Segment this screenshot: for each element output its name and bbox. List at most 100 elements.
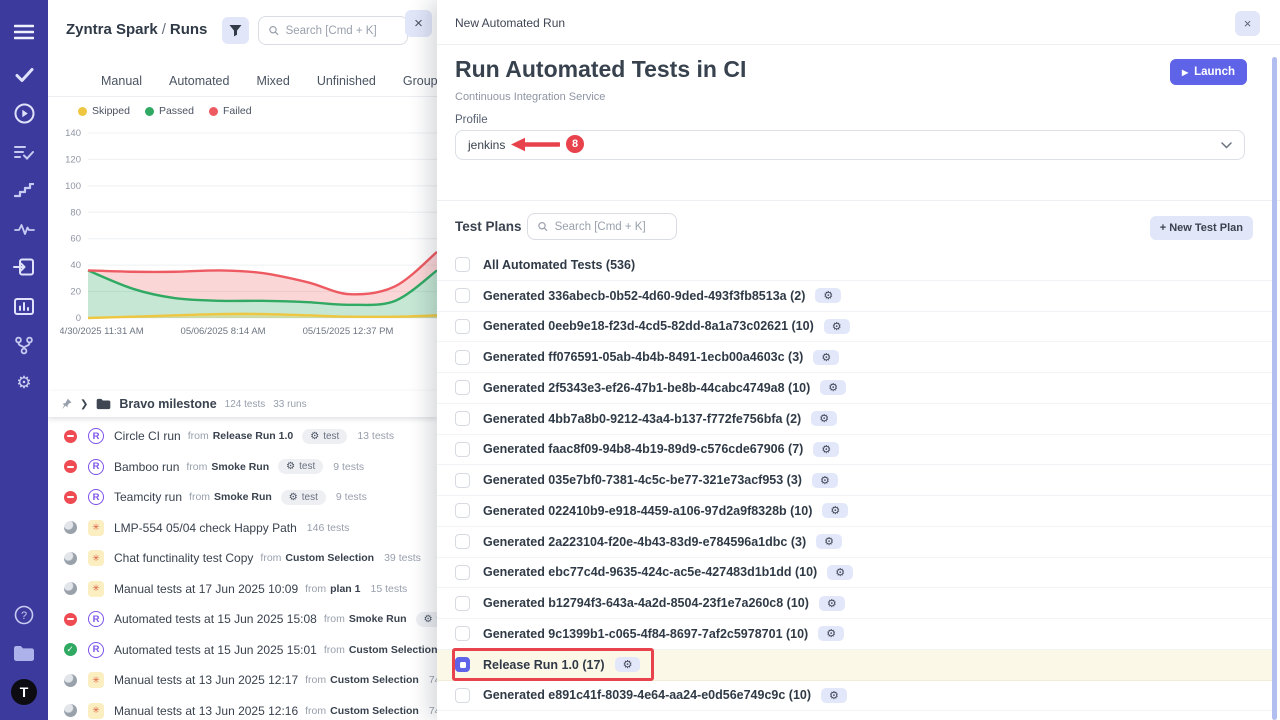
- tab[interactable]: Automated: [169, 74, 229, 88]
- import-box-icon[interactable]: [0, 250, 48, 284]
- run-name[interactable]: Automated tests at 15 Jun 2025 15:08: [114, 612, 317, 626]
- run-from-target[interactable]: plan 1: [330, 583, 360, 595]
- run-from-target[interactable]: Smoke Run: [211, 461, 269, 473]
- run-row[interactable]: Manual tests at 13 Jun 2025 12:16 from C…: [48, 696, 437, 720]
- run-name[interactable]: Manual tests at 13 Jun 2025 12:17: [114, 673, 298, 687]
- run-from-target[interactable]: Smoke Run: [349, 613, 407, 625]
- tab[interactable]: Manual: [101, 74, 142, 88]
- runs-search-input[interactable]: [286, 25, 397, 37]
- test-plan-row[interactable]: Generated 336abecb-0b52-4d60-9ded-493f3f…: [437, 281, 1272, 312]
- test-plan-checkbox[interactable]: [455, 442, 470, 457]
- gear-icon[interactable]: ⚙: [0, 366, 48, 400]
- run-from-target[interactable]: Custom Selection: [330, 705, 419, 717]
- milestone-name[interactable]: Bravo milestone: [119, 397, 216, 411]
- run-name[interactable]: Automated tests at 15 Jun 2025 15:01: [114, 643, 317, 657]
- test-plan-settings-button[interactable]: ⚙: [819, 596, 845, 611]
- run-name[interactable]: Bamboo run: [114, 460, 179, 474]
- check-icon[interactable]: [0, 58, 48, 92]
- run-row[interactable]: Bamboo run from Smoke Run ⚙test 9 tests: [48, 452, 437, 483]
- run-row[interactable]: LMP-554 05/04 check Happy Path from ⚙ 14…: [48, 513, 437, 544]
- run-row[interactable]: Teamcity run from Smoke Run ⚙test 9 test…: [48, 482, 437, 513]
- test-plan-row[interactable]: Generated 2f5343e3-ef26-47b1-be8b-44cabc…: [437, 373, 1272, 404]
- test-plan-settings-button[interactable]: ⚙: [811, 411, 837, 426]
- test-plan-row[interactable]: Generated 035e7bf0-7381-4c5c-be77-321e73…: [437, 465, 1272, 496]
- test-plan-checkbox[interactable]: [455, 257, 470, 272]
- test-plan-settings-button[interactable]: ⚙: [816, 534, 842, 549]
- test-plan-row[interactable]: Generated ebc77c4d-9635-424c-ac5e-427483…: [437, 558, 1272, 589]
- test-plan-settings-button[interactable]: ⚙: [813, 350, 839, 365]
- test-plan-settings-button[interactable]: ⚙: [822, 503, 848, 518]
- test-plans-search[interactable]: [527, 213, 677, 240]
- test-plan-row[interactable]: Generated 0eeb9e18-f23d-4cd5-82dd-8a1a73…: [437, 312, 1272, 343]
- run-name[interactable]: LMP-554 05/04 check Happy Path: [114, 521, 297, 535]
- test-plan-row[interactable]: All Automated Tests (536) ⚙: [437, 250, 1272, 281]
- run-row[interactable]: Automated tests at 15 Jun 2025 15:08 fro…: [48, 604, 437, 635]
- tab[interactable]: Mixed: [256, 74, 289, 88]
- test-plan-row[interactable]: Generated 4bb7a8b0-9212-43a4-b137-f772fe…: [437, 404, 1272, 435]
- chevron-right-icon[interactable]: ❯: [80, 399, 88, 410]
- run-name[interactable]: Teamcity run: [114, 490, 182, 504]
- test-plan-row[interactable]: Generated e891c41f-8039-4e64-aa24-e0d56e…: [437, 681, 1272, 712]
- launch-button[interactable]: ▶ Launch: [1170, 59, 1247, 85]
- steps-icon[interactable]: [0, 173, 48, 207]
- test-plan-row[interactable]: Generated 022410b9-e918-4459-a106-97d2a9…: [437, 496, 1272, 527]
- run-from-target[interactable]: Custom Selection: [349, 644, 437, 656]
- run-name[interactable]: Circle CI run: [114, 429, 181, 443]
- run-test-badge[interactable]: ⚙test: [302, 429, 347, 444]
- help-icon[interactable]: ?: [0, 598, 48, 632]
- test-plan-checkbox[interactable]: [455, 288, 470, 303]
- test-plan-settings-button[interactable]: ⚙: [824, 319, 850, 334]
- panel-close-button[interactable]: ×: [405, 10, 432, 37]
- milestone-row[interactable]: ❯ Bravo milestone 124 tests 33 runs: [48, 391, 437, 417]
- test-plan-settings-button[interactable]: ⚙: [813, 442, 839, 457]
- breadcrumb[interactable]: Zyntra Spark/Runs: [66, 21, 207, 38]
- run-name[interactable]: Chat functinality test Copy: [114, 551, 253, 565]
- test-plan-checkbox[interactable]: [455, 350, 470, 365]
- test-plan-settings-button[interactable]: ⚙: [818, 626, 844, 641]
- run-from-target[interactable]: Custom Selection: [330, 674, 419, 686]
- runs-search[interactable]: [258, 16, 408, 45]
- run-name[interactable]: Manual tests at 13 Jun 2025 12:16: [114, 704, 298, 718]
- test-plan-checkbox[interactable]: [455, 626, 470, 641]
- app-logo[interactable]: T: [0, 675, 48, 709]
- run-row[interactable]: Circle CI run from Release Run 1.0 ⚙test…: [48, 421, 437, 452]
- run-test-badge[interactable]: ⚙test: [281, 490, 326, 505]
- run-test-badge[interactable]: ⚙test: [416, 612, 437, 627]
- test-plan-checkbox[interactable]: [455, 596, 470, 611]
- test-plan-row[interactable]: Release Run 1.0 (17) ⚙: [437, 650, 1272, 681]
- menu-icon[interactable]: [0, 15, 48, 49]
- test-plan-checkbox[interactable]: [455, 319, 470, 334]
- test-plan-checkbox[interactable]: [455, 380, 470, 395]
- test-plan-checkbox[interactable]: [455, 534, 470, 549]
- test-plan-checkbox[interactable]: [455, 688, 470, 703]
- run-from-target[interactable]: Custom Selection: [285, 552, 374, 564]
- bar-chart-icon[interactable]: [0, 289, 48, 323]
- test-plan-settings-button[interactable]: ⚙: [615, 657, 641, 672]
- breadcrumb-project[interactable]: Zyntra Spark: [66, 21, 158, 38]
- activity-icon[interactable]: [0, 212, 48, 246]
- branch-icon[interactable]: [0, 328, 48, 362]
- test-plan-row[interactable]: Generated faac8f09-94b8-4b19-89d9-c576cd…: [437, 435, 1272, 466]
- new-test-plan-button[interactable]: + New Test Plan: [1150, 216, 1253, 240]
- profile-select[interactable]: jenkins: [455, 130, 1245, 160]
- run-row[interactable]: Chat functinality test Copy from Custom …: [48, 543, 437, 574]
- run-name[interactable]: Manual tests at 17 Jun 2025 10:09: [114, 582, 298, 596]
- test-plan-settings-button[interactable]: ⚙: [812, 473, 838, 488]
- run-from-target[interactable]: Smoke Run: [214, 491, 272, 503]
- play-circle-icon[interactable]: [0, 96, 48, 130]
- test-plan-row[interactable]: Generated 9c1399b1-c065-4f84-8697-7af2c5…: [437, 619, 1272, 650]
- run-row[interactable]: Manual tests at 13 Jun 2025 12:17 from C…: [48, 665, 437, 696]
- list-check-icon[interactable]: [0, 135, 48, 169]
- test-plan-settings-button[interactable]: ⚙: [827, 565, 853, 580]
- test-plan-checkbox[interactable]: [455, 473, 470, 488]
- run-row[interactable]: Manual tests at 17 Jun 2025 10:09 from p…: [48, 574, 437, 605]
- test-plan-settings-button[interactable]: ⚙: [815, 288, 841, 303]
- test-plan-checkbox[interactable]: [455, 503, 470, 518]
- drawer-close-button[interactable]: ×: [1235, 11, 1260, 36]
- tab[interactable]: Unfinished: [317, 74, 376, 88]
- run-test-badge[interactable]: ⚙test: [278, 459, 323, 474]
- test-plan-checkbox[interactable]: [455, 657, 470, 672]
- folder-icon[interactable]: [0, 636, 48, 670]
- filter-button[interactable]: [222, 17, 249, 44]
- test-plan-settings-button[interactable]: ⚙: [820, 380, 846, 395]
